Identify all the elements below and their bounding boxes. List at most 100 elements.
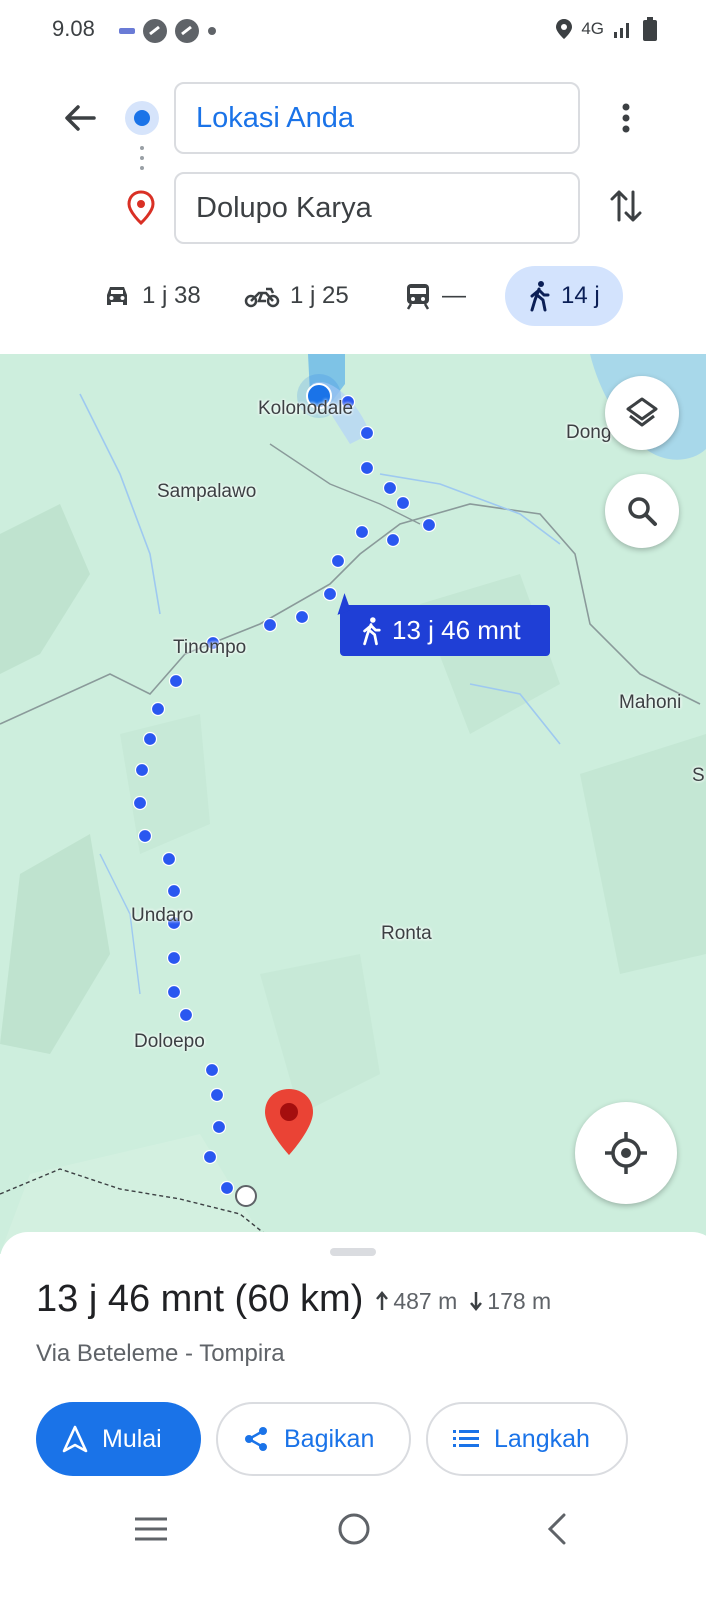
location-icon [556, 19, 573, 39]
route-dot [166, 883, 182, 899]
battery-icon [643, 17, 657, 41]
route-dot [178, 1007, 194, 1023]
share-button[interactable]: Bagikan [216, 1402, 411, 1476]
status-time: 9.08 [52, 16, 95, 41]
route-dot [359, 460, 375, 476]
ascent: 487 m [375, 1288, 457, 1315]
app-icon [119, 28, 135, 34]
map-label-ronta: Ronta [381, 923, 432, 944]
list-icon [453, 1430, 479, 1447]
origin-dot-icon [125, 101, 159, 135]
destination-pin-icon [126, 190, 156, 226]
route-via: Via Beteleme - Tompira [36, 1340, 285, 1367]
mode-walk-time: 14 j [561, 282, 600, 309]
route-dot [142, 731, 158, 747]
mode-motorcycle-time: 1 j 25 [290, 282, 349, 309]
route-dot [161, 851, 177, 867]
route-time-callout[interactable]: 13 j 46 mnt [340, 605, 550, 656]
train-icon [406, 284, 430, 310]
route-dot [166, 950, 182, 966]
search-along-route-button[interactable] [605, 474, 679, 548]
route-dot [166, 984, 182, 1000]
steps-label: Langkah [494, 1424, 590, 1453]
recent-apps-icon [135, 1517, 167, 1541]
map-label-sampalawo: Sampalawo [157, 481, 257, 502]
route-dot [385, 532, 401, 548]
search-icon [628, 497, 657, 526]
mode-transit-time: — [442, 282, 466, 309]
route-dot [262, 617, 278, 633]
swap-vert-icon [610, 190, 642, 222]
share-label: Bagikan [284, 1424, 375, 1453]
arrow-down-icon [470, 1292, 483, 1311]
travel-modes: 1 j 38 1 j 25 — 14 j [0, 266, 720, 326]
route-connector [140, 146, 144, 182]
system-status: 4G [555, 16, 658, 42]
descent-value: 178 m [487, 1287, 552, 1314]
route-dot [132, 795, 148, 811]
route-dot [134, 762, 150, 778]
home-icon [338, 1513, 370, 1545]
route-dot [204, 1062, 220, 1078]
start-label: Mulai [102, 1424, 162, 1453]
arrow-back-icon [65, 105, 96, 131]
share-icon [245, 1427, 267, 1451]
app-icon [175, 19, 199, 43]
swap-button[interactable] [604, 184, 648, 228]
mode-car-time: 1 j 38 [142, 282, 201, 309]
arrow-up-icon [376, 1291, 389, 1310]
route-dot [294, 609, 310, 625]
more-options-button[interactable] [604, 96, 648, 140]
walk-icon [363, 616, 381, 645]
home-button[interactable] [337, 1512, 371, 1551]
dot-icon [208, 27, 216, 35]
destination-marker-icon[interactable] [263, 1087, 315, 1157]
start-button[interactable]: Mulai [36, 1402, 201, 1476]
route-dot [211, 1119, 227, 1135]
map-label-dong: Dong [566, 422, 612, 443]
status-bar: 9.08 4G [0, 0, 720, 60]
route-dot [209, 1087, 225, 1103]
route-summary: 13 j 46 mnt (60 km) 487 m 178 m [36, 1278, 551, 1321]
my-location-icon [605, 1132, 647, 1174]
route-dot [395, 495, 411, 511]
map-label-undaro: Undaro [131, 905, 194, 926]
steps-button[interactable]: Langkah [426, 1402, 628, 1476]
destination-field[interactable]: Dolupo Karya [174, 172, 580, 244]
mode-car[interactable]: 1 j 38 [102, 266, 201, 326]
route-dot [219, 1180, 235, 1196]
mode-walk[interactable]: 14 j [505, 266, 623, 326]
sheet-drag-handle[interactable] [330, 1248, 376, 1256]
route-dot [150, 701, 166, 717]
route-dot [168, 673, 184, 689]
walk-icon [530, 281, 550, 312]
signal-icon [614, 23, 629, 38]
map-label-doloepo: Doloepo [134, 1031, 205, 1052]
map-label-kolonodale: Kolonodale [258, 398, 354, 419]
route-dot [354, 524, 370, 540]
route-callout-text: 13 j 46 mnt [392, 615, 521, 645]
route-duration-distance: 13 j 46 mnt (60 km) [36, 1278, 364, 1320]
recent-apps-button[interactable] [133, 1514, 169, 1549]
map-label-s-edge: S [692, 765, 705, 786]
route-dot [382, 480, 398, 496]
network-type: 4G [581, 19, 604, 38]
descent: 178 m [469, 1288, 551, 1315]
origin-field[interactable]: Lokasi Anda [174, 82, 580, 154]
route-dot [202, 1149, 218, 1165]
back-button[interactable] [58, 96, 102, 140]
motorcycle-icon [244, 287, 280, 308]
mode-transit[interactable]: — [404, 266, 466, 326]
map-label-tinompo: Tinompo [173, 637, 247, 658]
map-label-mahoni: Mahoni [619, 692, 682, 713]
navigation-icon [62, 1425, 88, 1453]
system-back-button[interactable] [542, 1512, 570, 1551]
my-location-button[interactable] [575, 1102, 677, 1204]
mode-motorcycle[interactable]: 1 j 25 [244, 266, 349, 326]
route-end-point [235, 1185, 257, 1207]
car-icon [107, 287, 127, 305]
ascent-value: 487 m [393, 1287, 458, 1314]
layers-button[interactable] [605, 376, 679, 450]
notification-icons [118, 18, 218, 44]
app-icon [143, 19, 167, 43]
